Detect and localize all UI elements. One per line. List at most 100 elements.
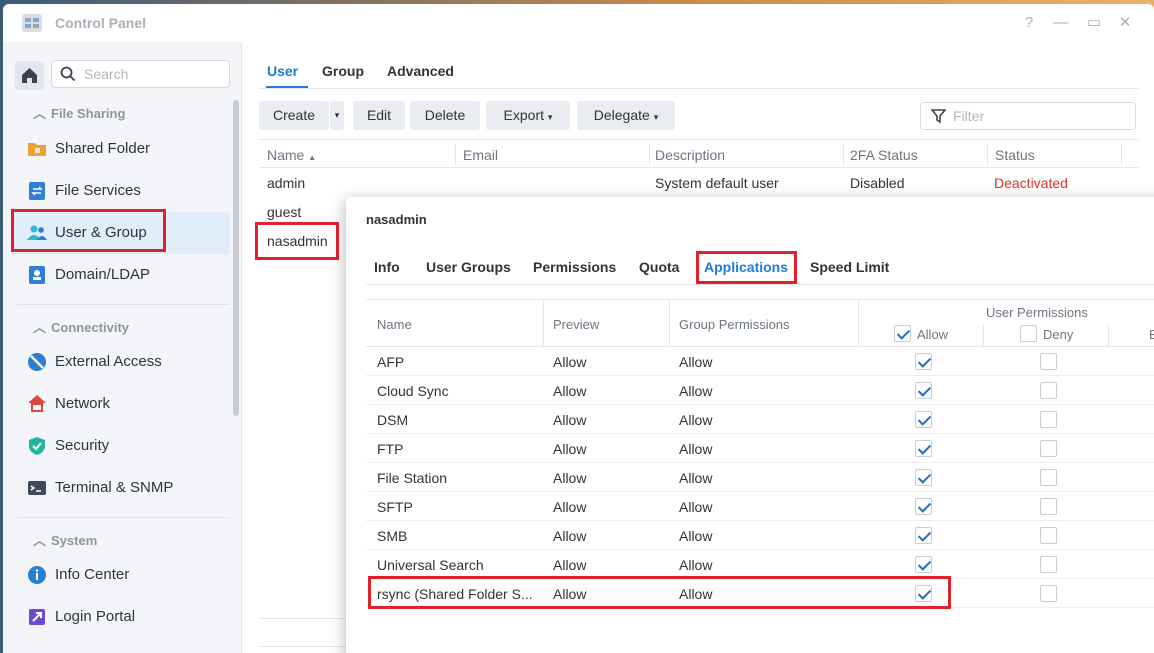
delegate-button[interactable]: Delegate ▾ bbox=[577, 101, 675, 130]
sidebar-item-label: Domain/LDAP bbox=[55, 266, 151, 283]
deny-checkbox[interactable] bbox=[1040, 411, 1057, 428]
tab-info[interactable]: Info bbox=[374, 259, 400, 275]
home-button[interactable] bbox=[15, 61, 44, 90]
sidebar-item-domain-ldap[interactable]: Domain/LDAP bbox=[13, 254, 230, 296]
sidebar-item-label: File Services bbox=[55, 182, 141, 199]
allow-all-checkbox[interactable] bbox=[894, 325, 911, 342]
column-preview[interactable]: Preview bbox=[553, 317, 599, 332]
allow-checkbox[interactable] bbox=[915, 411, 932, 428]
tab-user[interactable]: User bbox=[267, 63, 298, 79]
allow-checkbox[interactable] bbox=[915, 498, 932, 515]
app-preview: Allow bbox=[553, 470, 587, 486]
search-input[interactable] bbox=[84, 65, 224, 83]
section-connectivity[interactable]: ︿ Connectivity bbox=[33, 317, 129, 336]
tab-user-groups[interactable]: User Groups bbox=[426, 259, 511, 275]
shield-icon bbox=[29, 437, 45, 455]
column-description[interactable]: Description bbox=[655, 147, 725, 163]
folder-icon bbox=[28, 143, 46, 156]
close-icon[interactable]: ✕ bbox=[1115, 13, 1135, 33]
allow-checkbox[interactable] bbox=[915, 382, 932, 399]
table-row[interactable]: Universal Search Allow Allow bbox=[366, 550, 1154, 579]
sidebar-scrollbar[interactable] bbox=[233, 100, 239, 416]
table-row[interactable]: File Station Allow Allow bbox=[366, 463, 1154, 492]
app-preview: Allow bbox=[553, 557, 587, 573]
deny-checkbox[interactable] bbox=[1040, 440, 1057, 457]
sort-asc-icon: ▲ bbox=[308, 153, 317, 162]
column-status[interactable]: Status bbox=[995, 147, 1035, 163]
deny-checkbox[interactable] bbox=[1040, 498, 1057, 515]
column-group-permissions[interactable]: Group Permissions bbox=[679, 317, 790, 332]
sidebar-item-network[interactable]: Network bbox=[13, 383, 230, 425]
sidebar-item-info-center[interactable]: Info Center bbox=[13, 554, 230, 596]
tab-advanced[interactable]: Advanced bbox=[387, 63, 454, 79]
create-dropdown-button[interactable]: ▾ bbox=[330, 101, 344, 130]
section-label: System bbox=[51, 533, 98, 548]
create-button[interactable]: Create bbox=[259, 101, 329, 130]
edit-button[interactable]: Edit bbox=[353, 101, 405, 130]
filter-input[interactable] bbox=[953, 107, 1123, 125]
delete-button[interactable]: Delete bbox=[410, 101, 480, 130]
user-name-guest[interactable]: guest bbox=[267, 204, 301, 220]
app-preview: Allow bbox=[553, 383, 587, 399]
column-allow: Allow bbox=[917, 327, 949, 342]
control-panel-icon bbox=[22, 14, 42, 32]
deny-all-checkbox[interactable] bbox=[1020, 325, 1037, 342]
allow-checkbox[interactable] bbox=[915, 353, 932, 370]
maximize-icon[interactable]: ▭ bbox=[1084, 13, 1104, 33]
sidebar-item-security[interactable]: Security bbox=[13, 425, 230, 467]
column-divider bbox=[1108, 324, 1109, 347]
app-group-permission: Allow bbox=[679, 441, 713, 457]
title-bar: Control Panel ? — ▭ ✕ bbox=[3, 4, 1154, 42]
sidebar: ︿ File Sharing Shared Folder File Service… bbox=[3, 42, 242, 653]
section-file-sharing[interactable]: ︿ File Sharing bbox=[33, 103, 125, 122]
table-row[interactable]: Cloud Sync Allow Allow bbox=[366, 376, 1154, 405]
allow-checkbox[interactable] bbox=[915, 556, 932, 573]
terminal-icon bbox=[28, 481, 46, 495]
section-system[interactable]: ︿ System bbox=[33, 530, 97, 549]
minimize-icon[interactable]: — bbox=[1051, 13, 1071, 33]
window-title: Control Panel bbox=[55, 15, 147, 31]
sidebar-item-terminal-snmp[interactable]: Terminal & SNMP bbox=[13, 467, 230, 509]
dialog-title: nasadmin bbox=[366, 212, 427, 227]
table-footer-rule bbox=[259, 646, 347, 647]
column-name[interactable]: Name bbox=[377, 317, 412, 332]
column-email[interactable]: Email bbox=[463, 147, 498, 163]
table-row[interactable]: DSM Allow Allow bbox=[366, 405, 1154, 434]
column-divider bbox=[669, 300, 670, 347]
help-icon[interactable]: ? bbox=[1019, 13, 1039, 33]
deny-checkbox[interactable] bbox=[1040, 353, 1057, 370]
deny-checkbox[interactable] bbox=[1040, 382, 1057, 399]
sidebar-item-external-access[interactable]: External Access bbox=[13, 341, 230, 383]
app-preview: Allow bbox=[553, 528, 587, 544]
sidebar-item-file-services[interactable]: File Services bbox=[13, 170, 230, 212]
deny-checkbox[interactable] bbox=[1040, 556, 1057, 573]
user-name-admin[interactable]: admin bbox=[267, 175, 305, 191]
tab-group[interactable]: Group bbox=[322, 63, 364, 79]
highlight-nasadmin bbox=[255, 222, 339, 260]
allow-checkbox[interactable] bbox=[915, 527, 932, 544]
column-divider bbox=[649, 143, 650, 165]
app-group-permission: Allow bbox=[679, 499, 713, 515]
sidebar-item-login-portal[interactable]: Login Portal bbox=[13, 596, 230, 638]
table-row[interactable]: AFP Allow Allow bbox=[366, 347, 1154, 376]
tab-quota[interactable]: Quota bbox=[639, 259, 679, 275]
deny-checkbox[interactable] bbox=[1040, 527, 1057, 544]
app-name: Universal Search bbox=[377, 557, 484, 573]
tab-permissions[interactable]: Permissions bbox=[533, 259, 616, 275]
tab-speed-limit[interactable]: Speed Limit bbox=[810, 259, 889, 275]
table-row[interactable]: SFTP Allow Allow bbox=[366, 492, 1154, 521]
table-row[interactable]: SMB Allow Allow bbox=[366, 521, 1154, 550]
allow-checkbox[interactable] bbox=[915, 469, 932, 486]
sidebar-item-shared-folder[interactable]: Shared Folder bbox=[13, 128, 230, 170]
table-row[interactable]: FTP Allow Allow bbox=[366, 434, 1154, 463]
highlight-applications-tab bbox=[696, 251, 797, 284]
column-name[interactable]: Name ▲ bbox=[267, 147, 316, 163]
export-button[interactable]: Export ▾ bbox=[486, 101, 570, 130]
network-icon bbox=[28, 395, 46, 412]
column-2fa-status[interactable]: 2FA Status bbox=[850, 147, 918, 163]
domain-icon bbox=[29, 266, 45, 284]
deny-checkbox[interactable] bbox=[1040, 585, 1057, 602]
deny-checkbox[interactable] bbox=[1040, 469, 1057, 486]
allow-checkbox[interactable] bbox=[915, 440, 932, 457]
column-divider bbox=[543, 300, 544, 347]
